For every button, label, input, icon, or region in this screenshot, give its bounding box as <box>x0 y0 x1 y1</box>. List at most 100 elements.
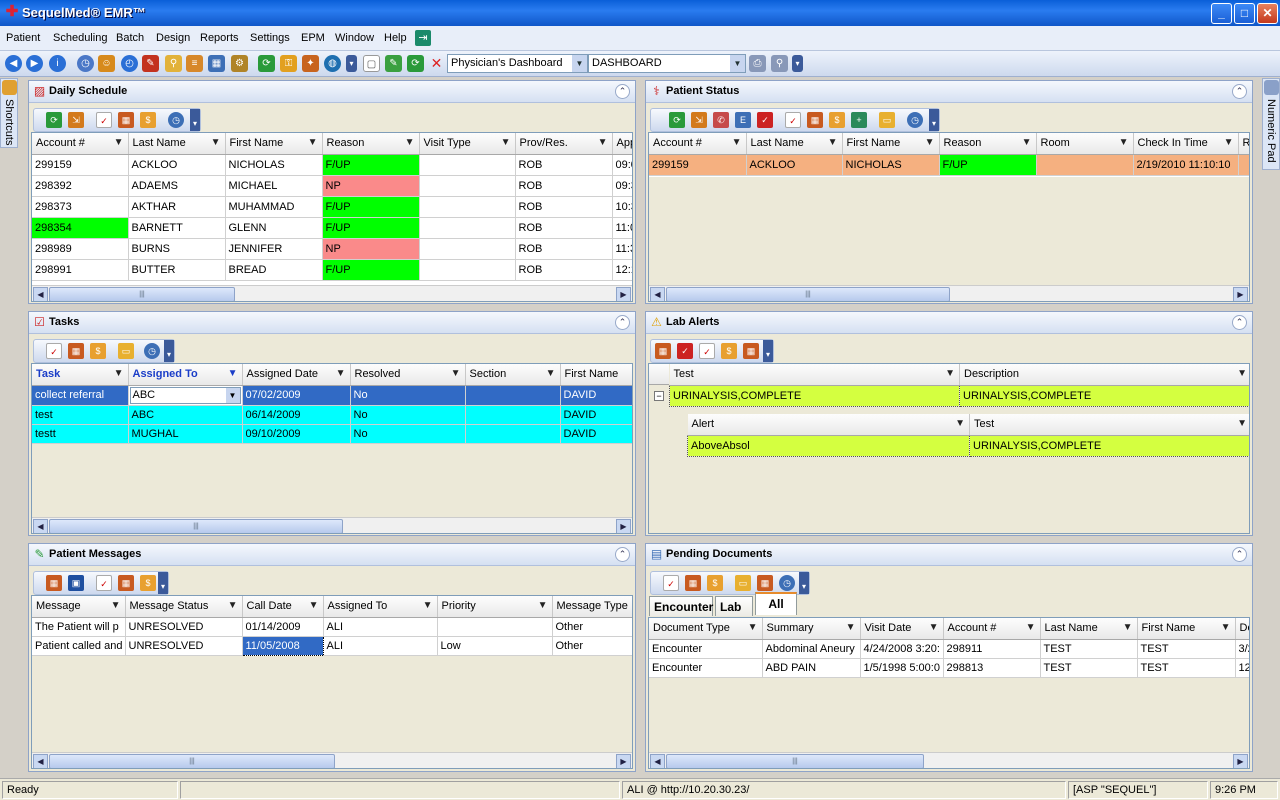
table-row[interactable]: 299159 ACKLOO NICHOLAS F/UP ROB 09:0 <box>32 154 632 176</box>
collapse-icon[interactable]: ⌃ <box>1232 84 1247 99</box>
ec-icon[interactable]: E <box>735 112 751 128</box>
chevron-down-icon[interactable]: ▼ <box>730 55 745 72</box>
close-button[interactable]: ✕ <box>1257 3 1278 24</box>
column-header[interactable]: Test ▼ <box>669 364 960 386</box>
scroll-left-icon[interactable]: ◀ <box>33 519 48 533</box>
table-row[interactable]: AboveAbsol URINALYSIS,COMPLETE <box>687 434 1249 457</box>
column-header[interactable]: Test ▼ <box>969 414 1249 436</box>
dollar-icon[interactable]: $ <box>721 343 737 359</box>
horizontal-scrollbar[interactable]: ◀ ||| ▶ <box>649 752 1249 768</box>
table-row[interactable]: 298373 AKTHAR MUHAMMAD F/UP ROB 10:3 <box>32 196 632 218</box>
delete-icon[interactable]: ✕ <box>428 55 445 72</box>
scroll-thumb[interactable]: ||| <box>49 519 343 533</box>
tab-encounter[interactable]: Encounter <box>649 596 713 616</box>
menu-design[interactable]: Design <box>156 32 190 44</box>
scroll-thumb[interactable]: ||| <box>49 754 335 768</box>
toolbar-overflow-icon[interactable]: ▾ <box>799 572 809 594</box>
scroll-right-icon[interactable]: ▶ <box>1233 287 1248 301</box>
table-row[interactable]: 298991 BUTTER BREAD F/UP ROB 12:1 <box>32 259 632 281</box>
column-header[interactable]: Priority ▼ <box>437 596 553 618</box>
refresh-icon[interactable]: ⟳ <box>669 112 685 128</box>
dollar-icon[interactable]: $ <box>90 343 106 359</box>
scroll-right-icon[interactable]: ▶ <box>1233 754 1248 768</box>
column-header[interactable]: Assigned To ▼ <box>128 364 243 386</box>
table-row[interactable]: 299159 ACKLOO NICHOLAS F/UP 2/19/2010 11… <box>649 154 1249 176</box>
column-header[interactable]: Task ▼ <box>32 364 129 386</box>
scroll-left-icon[interactable]: ◀ <box>33 287 48 301</box>
table-row[interactable]: The Patient will p UNRESOLVED 01/14/2009… <box>32 617 632 637</box>
sign-off-icon[interactable]: ✓ <box>677 343 693 359</box>
column-header[interactable]: Assigned To ▼ <box>323 596 438 618</box>
grid-color-icon[interactable]: ▦ <box>655 343 671 359</box>
checklist-icon[interactable]: ✓ <box>46 343 62 359</box>
export-icon[interactable]: ⇲ <box>68 112 84 128</box>
dollar-icon[interactable]: $ <box>829 112 845 128</box>
column-header[interactable]: First Name ▼ <box>842 133 940 155</box>
column-header[interactable]: Assigned Date ▼ <box>242 364 351 386</box>
scroll-left-icon[interactable]: ◀ <box>650 754 665 768</box>
menu-window[interactable]: Window <box>335 32 374 44</box>
table-row[interactable]: 298392 ADAEMS MICHAEL NP ROB 09:3 <box>32 175 632 197</box>
toolbar-overflow-icon[interactable]: ▾ <box>763 340 773 362</box>
column-header[interactable]: Check In Time ▼ <box>1133 133 1239 155</box>
column-header[interactable]: Document Type ▼ <box>649 618 763 640</box>
menu-settings[interactable]: Settings <box>250 32 290 44</box>
grid-color-icon[interactable]: ▦ <box>757 575 773 591</box>
column-header[interactable]: Call Date ▼ <box>242 596 324 618</box>
dollar-icon[interactable]: $ <box>707 575 723 591</box>
notes-icon[interactable]: ≡ <box>186 55 203 72</box>
scroll-thumb[interactable]: ||| <box>666 287 950 301</box>
folder-icon[interactable]: ▭ <box>879 112 895 128</box>
scroll-right-icon[interactable]: ▶ <box>616 287 631 301</box>
column-header[interactable]: Last Name ▼ <box>1040 618 1138 640</box>
refresh-icon[interactable]: ⟳ <box>46 112 62 128</box>
column-header[interactable]: Reason ▼ <box>939 133 1037 155</box>
table-row[interactable]: Encounter Abdominal Aneury 4/24/2008 3:2… <box>649 639 1249 659</box>
collapse-row-icon[interactable]: − <box>654 391 664 401</box>
sign-icon[interactable]: ✎ <box>142 55 159 72</box>
collapse-icon[interactable]: ⌃ <box>615 84 630 99</box>
grid-color-icon[interactable]: ▦ <box>118 112 134 128</box>
checklist-icon[interactable]: ✓ <box>699 343 715 359</box>
checklist-icon[interactable]: ✓ <box>96 575 112 591</box>
column-header[interactable]: App <box>612 133 632 155</box>
chevron-down-icon[interactable]: ▼ <box>225 387 240 403</box>
toolbar-overflow-icon[interactable]: ▾ <box>792 55 803 72</box>
scroll-left-icon[interactable]: ◀ <box>33 754 48 768</box>
history-icon[interactable]: ◷ <box>168 112 184 128</box>
history-icon[interactable]: ◷ <box>144 343 160 359</box>
scroll-right-icon[interactable]: ▶ <box>616 519 631 533</box>
history-icon[interactable]: ◷ <box>779 575 795 591</box>
column-header[interactable]: Message ▼ <box>32 596 126 618</box>
refresh-icon[interactable]: ⟳ <box>258 55 275 72</box>
grid-color-icon[interactable]: ▦ <box>118 575 134 591</box>
preview-icon[interactable]: ⚲ <box>771 55 788 72</box>
menu-patient[interactable]: Patient <box>6 32 40 44</box>
column-header[interactable]: Description ▼ <box>959 364 1249 386</box>
collapse-icon[interactable]: ⌃ <box>1232 315 1247 330</box>
settings-gear-icon[interactable]: ⚙ <box>231 55 248 72</box>
collapse-icon[interactable]: ⌃ <box>615 315 630 330</box>
horizontal-scrollbar[interactable]: ◀ ||| ▶ <box>32 517 632 533</box>
column-header[interactable]: Prov/Res. ▼ <box>515 133 613 155</box>
calendar-icon[interactable]: ▦ <box>208 55 225 72</box>
scroll-right-icon[interactable]: ▶ <box>616 754 631 768</box>
add-row-icon[interactable]: + <box>851 112 867 128</box>
column-header[interactable]: Do <box>1235 618 1249 640</box>
history-icon[interactable]: ◷ <box>907 112 923 128</box>
key-icon[interactable]: ⚿ <box>280 55 297 72</box>
column-header[interactable]: Summary ▼ <box>762 618 861 640</box>
save-icon[interactable]: ▣ <box>68 575 84 591</box>
column-header[interactable]: First Name ▼ <box>225 133 323 155</box>
new-document-icon[interactable]: ▢ <box>363 55 380 72</box>
grid-color-icon[interactable]: ▦ <box>743 343 759 359</box>
menu-scheduling[interactable]: Scheduling <box>53 32 107 44</box>
shortcuts-tab[interactable]: Shortcuts <box>0 78 18 148</box>
table-row[interactable]: Encounter ABD PAIN 1/5/1998 5:00:0 29881… <box>649 658 1249 678</box>
table-row[interactable]: 298354 BARNETT GLENN F/UP ROB 11:0 <box>32 217 632 239</box>
phone-icon[interactable]: ✆ <box>713 112 729 128</box>
menu-epm[interactable]: EPM <box>301 32 325 44</box>
column-header[interactable]: Section ▼ <box>465 364 561 386</box>
column-header[interactable]: Last Name ▼ <box>128 133 226 155</box>
grid-color-icon[interactable]: ▦ <box>68 343 84 359</box>
